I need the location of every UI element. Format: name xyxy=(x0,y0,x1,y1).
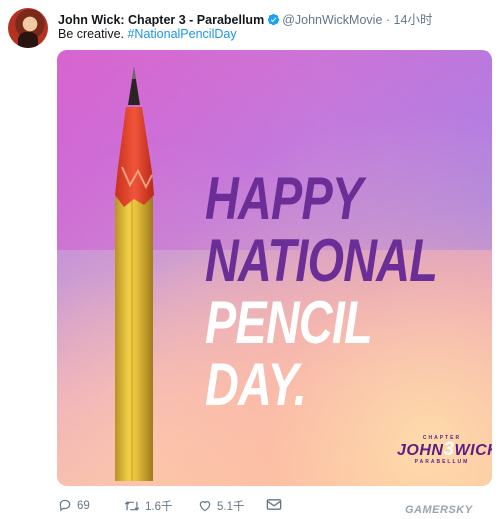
pencil-illustration xyxy=(115,67,154,481)
headline-line-3: PENCIL DAY. xyxy=(205,289,372,418)
author-handle[interactable]: @JohnWickMovie xyxy=(282,13,382,27)
tweet-header: John Wick: Chapter 3 - Parabellum @JohnWi… xyxy=(58,9,490,27)
envelope-icon xyxy=(266,499,282,510)
logo-parabellum: PARABELLUM xyxy=(414,459,470,465)
reply-icon xyxy=(59,499,71,512)
logo-john: JOHN xyxy=(397,442,444,459)
logo-title: JOHN3WICK xyxy=(397,439,492,460)
retweet-count: 1.6千 xyxy=(145,501,173,513)
timestamp[interactable]: 14小时 xyxy=(394,13,433,27)
tweet-image[interactable]: HAPPY NATIONAL PENCIL DAY. CHAPTER JOHN3… xyxy=(57,50,492,486)
headline-line-1: HAPPY xyxy=(205,165,363,232)
retweet-button[interactable]: 1.6千 xyxy=(124,498,173,514)
movie-logo: CHAPTER JOHN3WICK PARABELLUM xyxy=(397,435,492,465)
like-button[interactable]: 5.1千 xyxy=(198,498,245,514)
separator-dot: · xyxy=(385,13,391,27)
author-name[interactable]: John Wick: Chapter 3 - Parabellum xyxy=(58,13,264,27)
headline-line-2: NATIONAL xyxy=(205,227,438,294)
hashtag-link[interactable]: #NationalPencilDay xyxy=(127,27,236,41)
verified-badge-icon xyxy=(267,13,280,26)
tweet-text-plain: Be creative. xyxy=(58,27,128,41)
like-count: 5.1千 xyxy=(217,501,245,513)
message-button[interactable] xyxy=(266,498,287,511)
logo-wick: WICK xyxy=(454,442,492,459)
reply-button[interactable]: 69 xyxy=(58,498,90,512)
logo-number: 3 xyxy=(443,439,455,460)
avatar[interactable] xyxy=(8,8,48,48)
tweet-text: Be creative. #NationalPencilDay xyxy=(58,27,237,41)
watermark: GAMERSKY xyxy=(405,504,473,516)
reply-count: 69 xyxy=(77,500,90,512)
retweet-icon xyxy=(124,501,140,511)
like-icon xyxy=(199,501,211,512)
headline: HAPPY NATIONAL PENCIL DAY. xyxy=(205,165,438,418)
